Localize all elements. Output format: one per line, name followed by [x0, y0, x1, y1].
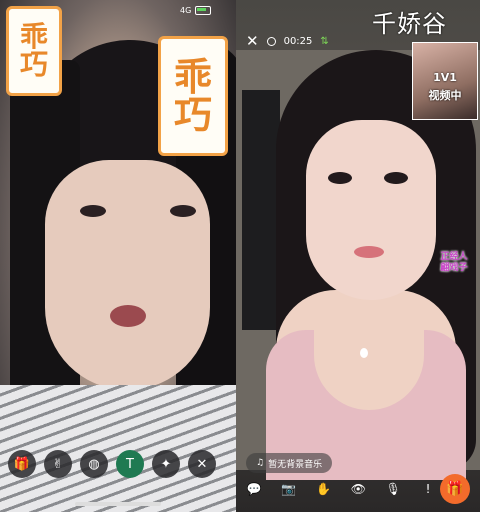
badge-char: 乖 — [19, 20, 48, 53]
striped-shirt — [0, 385, 236, 512]
video-call-screen: 4G 乖 巧 乖 巧 🎁 ✌ ◍ T ✦ ✕ ✕ 00:25 ⇅ 千娇谷 1V1… — [0, 0, 480, 512]
alert-icon[interactable]: ! — [420, 482, 436, 496]
badge-char: 巧 — [19, 48, 48, 81]
app-watermark: 千娇谷 — [372, 10, 447, 38]
signal-label: 4G — [180, 6, 192, 15]
bottom-toolbar: 💬 📷 ✋ 👁 🎙 ! — [246, 482, 436, 496]
gift-button[interactable]: 🎁 — [440, 474, 470, 504]
hand-icon[interactable]: ✋ — [316, 482, 332, 496]
camera-controls: 🎁 ✌ ◍ T ✦ ✕ — [8, 450, 216, 478]
beauty-icon[interactable]: ◍ — [80, 450, 108, 478]
chat-icon[interactable]: 💬 — [246, 482, 262, 496]
mouth — [110, 305, 146, 327]
status-bar: 4G — [180, 6, 212, 15]
pip-label: 1V1 — [433, 71, 457, 84]
eye — [170, 205, 196, 217]
badge-char: 乖 — [173, 54, 212, 99]
background-music-pill[interactable]: ♫ 暂无背景音乐 — [246, 453, 333, 473]
eye — [328, 172, 352, 184]
home-indicator[interactable] — [75, 502, 161, 506]
necklace-pendant — [360, 348, 368, 358]
music-note-icon: ♫ — [256, 458, 265, 468]
close-call-button[interactable]: ✕ — [246, 32, 259, 50]
peace-icon[interactable]: ✌ — [44, 450, 72, 478]
camera-icon[interactable]: 📷 — [281, 482, 297, 496]
call-topbar: ✕ 00:25 ⇅ — [246, 32, 329, 50]
network-icon: ⇅ — [320, 35, 329, 47]
eye — [384, 172, 408, 184]
pip-label: 视频中 — [428, 89, 462, 102]
sticker-badge-small: 乖 巧 — [6, 6, 62, 96]
face — [45, 160, 210, 390]
lips — [354, 246, 384, 258]
sticker-badge-large: 乖 巧 — [158, 36, 228, 156]
badge-char: 巧 — [173, 92, 212, 137]
call-timer: 00:25 — [283, 35, 313, 47]
gift-icon[interactable]: 🎁 — [8, 450, 36, 478]
face — [306, 120, 436, 300]
battery-icon — [195, 6, 212, 15]
mic-icon[interactable]: 🎙 — [385, 482, 401, 496]
sticker-text: 正经人 — [440, 252, 468, 262]
close-icon[interactable]: ✕ — [188, 450, 216, 478]
music-label: 暂无背景音乐 — [268, 459, 323, 470]
local-camera-view: 4G 乖 巧 乖 巧 🎁 ✌ ◍ T ✦ ✕ — [0, 0, 236, 512]
magic-wand-icon[interactable]: ✦ — [152, 450, 180, 478]
pip-video-preview[interactable]: 1V1 视频中 — [412, 42, 478, 120]
eye — [80, 205, 106, 217]
face-sticker: 正经人 翩戏子 — [432, 252, 476, 284]
sticker-text: 翩戏子 — [440, 263, 468, 273]
background-door — [242, 90, 280, 330]
translate-icon[interactable]: T — [116, 450, 144, 478]
eye-icon[interactable]: 👁 — [350, 482, 366, 496]
clock-icon — [266, 36, 276, 46]
